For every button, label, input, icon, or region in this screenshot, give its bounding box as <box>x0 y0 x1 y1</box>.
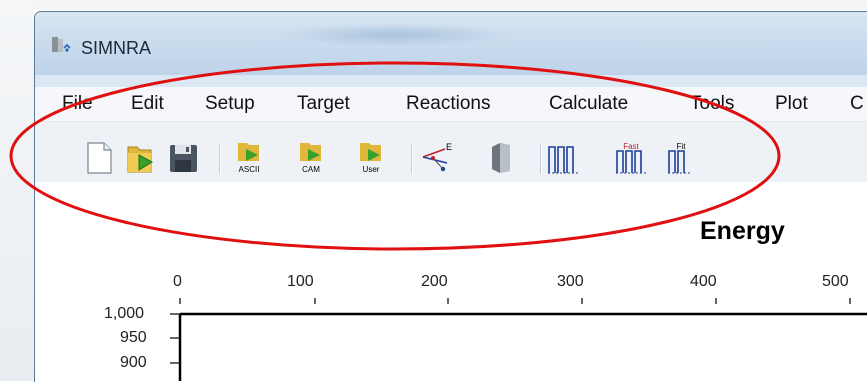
simnra-app-icon[interactable] <box>50 35 74 55</box>
menu-calculate[interactable]: Calculate <box>549 93 628 115</box>
title-bar[interactable]: SIMNRA <box>35 12 867 75</box>
cam-label: CAM <box>302 165 320 174</box>
menu-edit[interactable]: Edit <box>131 93 164 115</box>
top-axis-tick-label: 200 <box>421 273 448 290</box>
energy-calibration-icon[interactable]: E <box>421 141 453 175</box>
top-axis-tick-label: 400 <box>690 273 717 290</box>
import-user-icon[interactable]: User <box>355 141 387 175</box>
top-axis-tick-label: 100 <box>287 273 314 290</box>
fit-label: Fit <box>677 142 687 151</box>
toolbar: ASCII CAM User E Fast Fit <box>35 122 867 182</box>
fast-label: Fast <box>623 142 639 151</box>
fit-spectrum-icon[interactable]: Fit <box>667 141 699 175</box>
menu-setup[interactable]: Setup <box>205 93 255 115</box>
toolbar-separator <box>540 144 541 174</box>
toolbar-separator <box>219 144 220 174</box>
left-axis-tick-label: 950 <box>120 329 147 346</box>
calculate-spectrum-icon[interactable] <box>547 141 579 175</box>
open-file-icon[interactable] <box>125 141 157 175</box>
desktop-background <box>0 0 34 381</box>
top-axis-tick-label: 500 <box>822 273 849 290</box>
menu-target[interactable]: Target <box>297 93 350 115</box>
import-cam-icon[interactable]: CAM <box>295 141 327 175</box>
menu-more[interactable]: C <box>850 93 864 115</box>
window-title: SIMNRA <box>81 38 152 58</box>
menu-tools[interactable]: Tools <box>690 93 734 115</box>
left-axis-tick-label: 1,000 <box>104 305 145 322</box>
menu-reactions[interactable]: Reactions <box>406 93 491 115</box>
title-bar-glow <box>285 24 505 46</box>
desktop-background-top <box>0 0 867 10</box>
menu-plot[interactable]: Plot <box>775 93 808 115</box>
left-axis-tick-label: 900 <box>120 354 147 371</box>
menu-file[interactable]: File <box>62 93 93 115</box>
simnra-window: SIMNRA File Edit Setup Target Reactions … <box>34 11 867 382</box>
import-ascii-icon[interactable]: ASCII <box>233 141 265 175</box>
toolbar-separator <box>411 144 412 174</box>
top-axis-tick-label: 300 <box>557 273 584 290</box>
ascii-label: ASCII <box>239 165 260 174</box>
top-axis-tick-label: 0 <box>173 273 182 290</box>
plot-area[interactable] <box>35 182 867 382</box>
save-file-icon[interactable] <box>167 141 199 175</box>
user-label: User <box>363 165 380 174</box>
energy-label: E <box>446 142 452 152</box>
menu-bar: File Edit Setup Target Reactions Calcula… <box>35 87 867 122</box>
plot-title: Energy <box>700 217 785 245</box>
target-icon[interactable] <box>484 141 516 175</box>
new-file-icon[interactable] <box>83 141 115 175</box>
calculate-spectrum-fast-icon[interactable]: Fast <box>615 141 647 175</box>
